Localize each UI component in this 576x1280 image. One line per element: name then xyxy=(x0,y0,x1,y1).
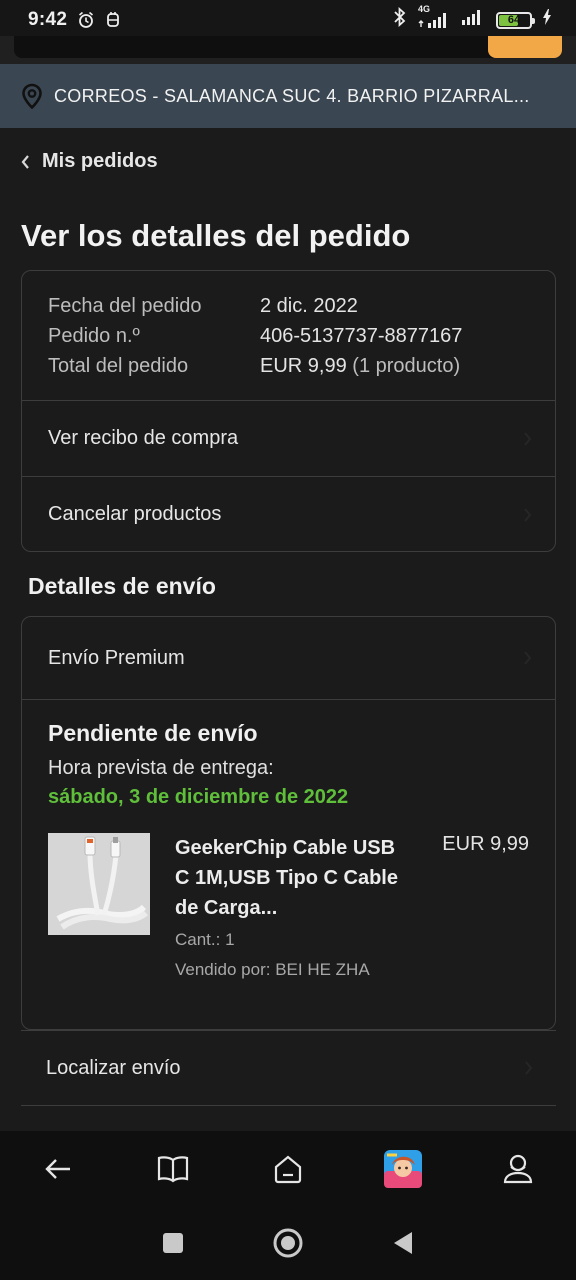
account-icon xyxy=(503,1153,533,1190)
charging-icon xyxy=(542,9,552,31)
product-price: EUR 9,99 xyxy=(442,833,529,855)
order-total-note: (1 producto) xyxy=(352,355,461,377)
nav-app-button[interactable] xyxy=(373,1141,433,1201)
order-number-label: Pedido n.º xyxy=(48,325,140,347)
order-number-value: 406-5137737-8877167 xyxy=(260,325,463,347)
product-info: GeekerChip Cable USB C 1M,USB Tipo C Cab… xyxy=(175,833,415,983)
nav-back-button[interactable] xyxy=(28,1141,88,1201)
game-app-icon xyxy=(383,1149,423,1194)
order-total-label: Total del pedido xyxy=(48,355,189,377)
cancel-products-label: Cancelar productos xyxy=(48,503,222,525)
product-item[interactable]: GeekerChip Cable USB C 1M,USB Tipo C Cab… xyxy=(48,833,529,983)
status-time: 9:42 xyxy=(28,9,68,30)
chevron-left-icon xyxy=(20,154,34,170)
product-quantity: Cant.: 1 xyxy=(175,930,235,949)
shipping-method-link[interactable]: Envío Premium xyxy=(22,617,555,699)
search-strip xyxy=(0,36,576,64)
order-total-value: EUR 9,99 xyxy=(260,355,347,377)
system-navigation xyxy=(0,1211,576,1280)
back-to-orders-link[interactable]: Mis pedidos xyxy=(20,150,158,173)
book-icon xyxy=(157,1155,189,1188)
view-receipt-label: Ver recibo de compra xyxy=(48,427,239,449)
cancel-products-link[interactable]: Cancelar productos xyxy=(22,477,555,552)
bottom-navigation xyxy=(0,1131,576,1211)
shipment-block: Pendiente de envío Hora prevista de entr… xyxy=(22,700,555,1003)
notification-icon xyxy=(105,11,121,29)
order-total-value-wrap: EUR 9,99 (1 producto) xyxy=(260,351,460,381)
back-label: Mis pedidos xyxy=(42,150,158,172)
order-date-value: 2 dic. 2022 xyxy=(260,295,358,317)
order-summary-card: Fecha del pedido 2 dic. 2022 Pedido n.º … xyxy=(21,270,556,552)
track-package-label: Localizar envío xyxy=(46,1056,181,1079)
eta-label: Hora prevista de entrega: xyxy=(48,757,274,779)
signal-icon xyxy=(460,8,486,32)
chevron-right-icon xyxy=(524,1060,534,1076)
shipping-card: Envío Premium Pendiente de envío Hora pr… xyxy=(21,616,556,1030)
view-receipt-link[interactable]: Ver recibo de compra xyxy=(22,401,555,476)
system-back-icon[interactable] xyxy=(392,1231,414,1260)
location-pin-icon xyxy=(18,82,46,110)
chevron-right-icon xyxy=(523,507,533,523)
network-type-label: 4G xyxy=(418,4,431,14)
page-title: Ver los detalles del pedido xyxy=(21,218,411,253)
order-date-row: Fecha del pedido 2 dic. 2022 xyxy=(48,291,529,321)
product-thumbnail[interactable] xyxy=(48,833,150,935)
shipping-section-title: Detalles de envío xyxy=(28,573,216,599)
nav-account-button[interactable] xyxy=(488,1141,548,1201)
shipment-status: Pendiente de envío xyxy=(48,720,258,746)
back-arrow-icon xyxy=(44,1157,72,1186)
battery-icon: 64 xyxy=(496,11,535,29)
home-icon xyxy=(272,1153,304,1190)
system-home-icon[interactable] xyxy=(272,1227,304,1264)
nav-home-button[interactable] xyxy=(258,1141,318,1201)
shipping-method-label: Envío Premium xyxy=(48,646,185,669)
search-input[interactable] xyxy=(14,36,562,58)
search-button[interactable] xyxy=(488,36,562,58)
order-date-label: Fecha del pedido xyxy=(48,295,202,317)
delivery-location-text: CORREOS - SALAMANCA SUC 4. BARRIO PIZARR… xyxy=(54,85,530,106)
order-info: Fecha del pedido 2 dic. 2022 Pedido n.º … xyxy=(22,271,555,400)
track-package-link[interactable]: Localizar envío xyxy=(21,1030,556,1106)
chevron-right-icon xyxy=(523,431,533,447)
alarm-icon xyxy=(77,11,95,29)
order-number-row: Pedido n.º 406-5137737-8877167 xyxy=(48,321,529,351)
order-total-row: Total del pedido EUR 9,99 (1 producto) xyxy=(48,351,529,381)
signal-4g-icon: 4G xyxy=(418,4,450,29)
bluetooth-icon xyxy=(392,6,408,33)
eta-date: sábado, 3 de diciembre de 2022 xyxy=(48,786,349,808)
status-bar: 9:42 4G 64 xyxy=(0,0,576,40)
recent-apps-icon[interactable] xyxy=(162,1232,184,1259)
product-seller: Vendido por: BEI HE ZHA xyxy=(175,960,370,979)
battery-percent: 64 xyxy=(507,13,521,26)
chevron-right-icon xyxy=(523,650,533,666)
product-name[interactable]: GeekerChip Cable USB C 1M,USB Tipo C Cab… xyxy=(175,833,415,923)
delivery-location-bar[interactable]: CORREOS - SALAMANCA SUC 4. BARRIO PIZARR… xyxy=(0,64,576,128)
nav-reader-button[interactable] xyxy=(143,1141,203,1201)
